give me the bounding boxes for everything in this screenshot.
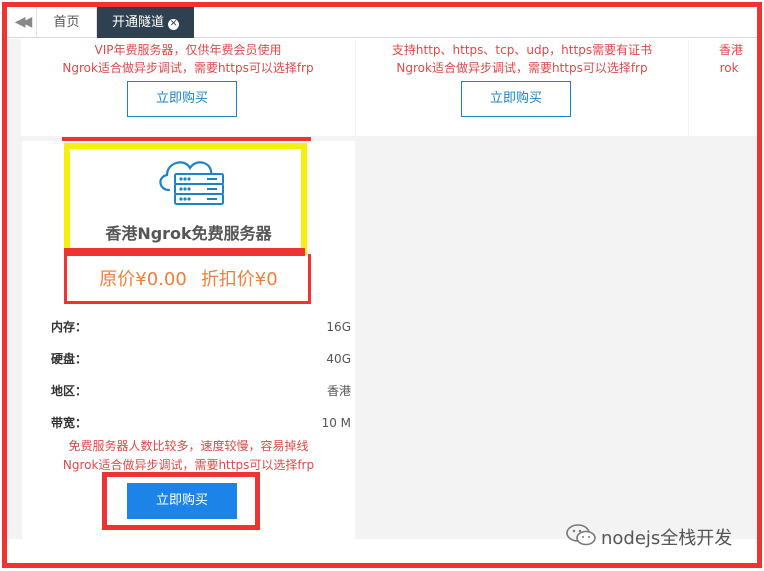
watermark: nodejs全栈开发 (565, 523, 732, 549)
annotation-highlight-box (64, 143, 307, 255)
buy-now-button[interactable]: 立即购买 (461, 81, 571, 117)
tab-open-tunnel[interactable]: 开通隧道 ✕ (97, 7, 194, 38)
spec-row-bandwidth: 带宽： 10 M (51, 413, 351, 433)
card-description-line: Ngrok适合做异步调试，需要https可以选择frp (62, 61, 314, 75)
card-description: 香港 Ngrok (719, 41, 757, 77)
spec-row-region: 地区： 香港 (51, 381, 351, 401)
annotation-button-frame (102, 472, 260, 530)
tabs-scroll-left-icon[interactable]: ◀◀ (7, 7, 37, 38)
card-description-line: 香港 (719, 43, 744, 57)
buy-now-button[interactable]: 立即购买 (127, 81, 237, 117)
tab-open-tunnel-label: 开通隧道 (111, 15, 164, 30)
tab-bar: ◀◀ 首页 开通隧道 ✕ (7, 7, 757, 38)
card-description-line: VIP年费服务器，仅供年费会员使用 (94, 43, 282, 57)
spec-row-memory: 内存： 16G (51, 317, 351, 337)
spec-value: 10 M (321, 416, 351, 430)
annotation-price-box (64, 254, 311, 304)
spec-value: 16G (326, 320, 351, 334)
card-description-line: 支持http、https、tcp、udp，https需要有证书 (391, 43, 653, 57)
spec-value: 40G (326, 352, 351, 366)
annotation-bar (62, 137, 311, 141)
watermark-text: nodejs全栈开发 (601, 528, 733, 549)
tab-home[interactable]: 首页 (37, 7, 97, 38)
vip-server-card: VIP年费服务器，仅供年费会员使用 Ngrok适合做异步调试，需要https可以… (21, 39, 355, 136)
card-description: 免费服务器人数比较多，速度较慢，容易掉线 Ngrok适合做异步调试，需要http… (22, 437, 355, 475)
card-description: VIP年费服务器，仅供年费会员使用 Ngrok适合做异步调试，需要https可以… (21, 41, 355, 77)
card-description-line: 免费服务器人数比较多，速度较慢，容易掉线 (68, 439, 309, 453)
card-description-line: Ngrok适合做异步调试，需要https可以选择frp (396, 61, 648, 75)
spec-label: 硬盘： (51, 352, 88, 366)
annotation-bar (64, 248, 305, 256)
spec-row-disk: 硬盘： 40G (51, 349, 351, 369)
wechat-icon (565, 523, 597, 555)
tab-home-label: 首页 (53, 15, 80, 30)
spec-label: 地区： (51, 384, 88, 398)
spec-label: 内存： (51, 320, 88, 334)
card-description: 支持http、https、tcp、udp，https需要有证书 Ngrok适合做… (356, 41, 688, 77)
hk-server-card-partial: 香港 Ngrok (689, 39, 757, 136)
spec-value: 香港 (326, 384, 351, 398)
protocol-server-card: 支持http、https、tcp、udp，https需要有证书 Ngrok适合做… (356, 39, 688, 136)
card-description-line: Ngrok (719, 61, 739, 75)
spec-label: 带宽： (51, 416, 88, 430)
close-icon[interactable]: ✕ (168, 19, 179, 30)
